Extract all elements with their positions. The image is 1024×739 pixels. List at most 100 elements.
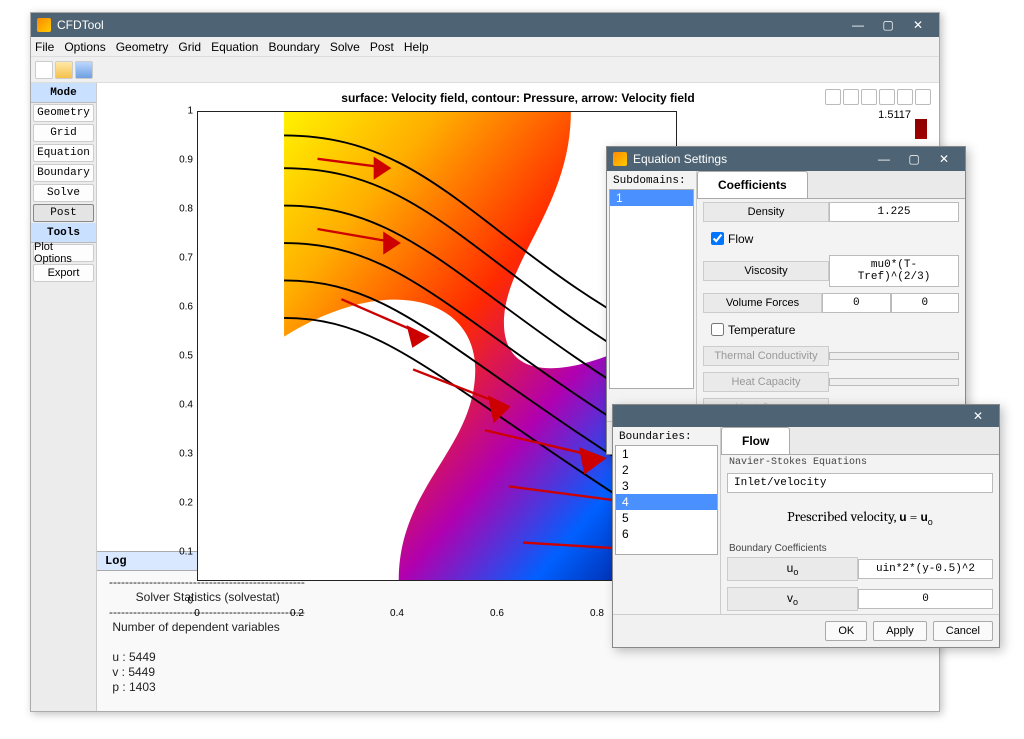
- flow-checkbox-label: Flow: [728, 232, 753, 246]
- mode-solve[interactable]: Solve: [33, 184, 94, 202]
- zoom-in-icon[interactable]: [861, 89, 877, 105]
- xtick: 0.2: [290, 608, 304, 619]
- ytick: 0.2: [171, 498, 193, 509]
- eq-min-button[interactable]: —: [869, 149, 899, 169]
- uo-input[interactable]: uin*2*(y-0.5)^2: [858, 559, 993, 579]
- list-item[interactable]: 3: [616, 478, 717, 494]
- menu-geometry[interactable]: Geometry: [116, 40, 169, 54]
- open-folder-icon[interactable]: [55, 61, 73, 79]
- ytick: 0.1: [171, 547, 193, 558]
- ytick: 0.6: [171, 302, 193, 313]
- list-item[interactable]: 5: [616, 510, 717, 526]
- plot-title: surface: Velocity field, contour: Pressu…: [97, 91, 939, 105]
- xtick: 0.6: [490, 608, 504, 619]
- flow-checkbox[interactable]: [711, 232, 724, 245]
- mode-grid[interactable]: Grid: [33, 124, 94, 142]
- app-title: CFDTool: [57, 18, 843, 32]
- heat-capacity-label: Heat Capacity: [703, 372, 829, 392]
- xtick: 0.4: [390, 608, 404, 619]
- mode-sidebar: Mode Geometry Grid Equation Boundary Sol…: [31, 83, 97, 711]
- menu-help[interactable]: Help: [404, 40, 429, 54]
- menu-file[interactable]: File: [35, 40, 54, 54]
- bc-caption: Prescribed velocity, u = uo: [721, 496, 999, 539]
- ytick: 0.8: [171, 204, 193, 215]
- ytick: 0.7: [171, 253, 193, 264]
- close-button[interactable]: ✕: [903, 15, 933, 35]
- subdomain-list[interactable]: 1: [609, 189, 694, 389]
- minimize-button[interactable]: —: [843, 15, 873, 35]
- uo-label: uo: [727, 557, 858, 581]
- list-item[interactable]: 6: [616, 526, 717, 542]
- ytick: 0.3: [171, 449, 193, 460]
- equation-name: Navier-Stokes Equations: [729, 457, 991, 468]
- toolbar: [31, 57, 939, 83]
- tab-coefficients[interactable]: Coefficients: [697, 171, 808, 198]
- vo-label: vo: [727, 587, 858, 611]
- viscosity-input[interactable]: mu0*(T-Tref)^(2/3): [829, 255, 959, 287]
- menu-bar: File Options Geometry Grid Equation Boun…: [31, 37, 939, 57]
- temperature-checkbox-label: Temperature: [728, 323, 795, 337]
- ytick: 0.9: [171, 155, 193, 166]
- list-item[interactable]: 2: [616, 462, 717, 478]
- subdomains-label: Subdomains:: [609, 173, 694, 189]
- plot-axes: 0 0.1 0.2 0.3 0.4 0.5 0.6 0.7 0.8 0.9 1 …: [177, 111, 677, 601]
- bc-cancel-button[interactable]: Cancel: [933, 621, 993, 641]
- tab-flow[interactable]: Flow: [721, 427, 790, 454]
- mode-geometry[interactable]: Geometry: [33, 104, 94, 122]
- bc-coef-label: Boundary Coefficients: [729, 543, 991, 554]
- menu-equation[interactable]: Equation: [211, 40, 258, 54]
- save-icon[interactable]: [75, 61, 93, 79]
- plot-toolbar: [825, 89, 931, 105]
- menu-post[interactable]: Post: [370, 40, 394, 54]
- tools-header: Tools: [31, 223, 96, 243]
- home-icon[interactable]: [915, 89, 931, 105]
- ytick: 0: [171, 596, 193, 607]
- thermal-cond-input: [829, 352, 959, 360]
- vo-input[interactable]: 0: [858, 589, 993, 609]
- mode-boundary[interactable]: Boundary: [33, 164, 94, 182]
- volume-force-y-input[interactable]: 0: [891, 293, 960, 313]
- volume-force-x-input[interactable]: 0: [822, 293, 891, 313]
- mode-header: Mode: [31, 83, 96, 103]
- ytick: 1: [171, 106, 193, 117]
- colorbar: [915, 119, 927, 139]
- boundary-list[interactable]: 1 2 3 4 5 6: [615, 445, 718, 555]
- reset-view-icon[interactable]: [843, 89, 859, 105]
- mode-equation[interactable]: Equation: [33, 144, 94, 162]
- mode-post[interactable]: Post: [33, 204, 94, 222]
- list-item[interactable]: 4: [616, 494, 717, 510]
- maximize-button[interactable]: ▢: [873, 15, 903, 35]
- ytick: 0.5: [171, 351, 193, 362]
- xtick: 0.8: [590, 608, 604, 619]
- list-item[interactable]: 1: [616, 446, 717, 462]
- xtick: 0: [194, 608, 200, 619]
- menu-solve[interactable]: Solve: [330, 40, 360, 54]
- eq-close-button[interactable]: ✕: [929, 149, 959, 169]
- menu-grid[interactable]: Grid: [178, 40, 201, 54]
- volume-forces-label: Volume Forces: [703, 293, 822, 313]
- pencil-icon[interactable]: [825, 89, 841, 105]
- list-item[interactable]: 1: [610, 190, 693, 206]
- menu-boundary[interactable]: Boundary: [268, 40, 319, 54]
- density-input[interactable]: 1.225: [829, 202, 959, 222]
- boundaries-label: Boundaries:: [615, 429, 718, 445]
- bc-apply-button[interactable]: Apply: [873, 621, 927, 641]
- density-label: Density: [703, 202, 829, 222]
- boundary-settings-dialog: ✕ Boundaries: 1 2 3 4 5 6 Flow Navier-St…: [612, 404, 1000, 648]
- thermal-cond-label: Thermal Conductivity: [703, 346, 829, 366]
- menu-options[interactable]: Options: [64, 40, 105, 54]
- bc-close-button[interactable]: ✕: [963, 406, 993, 426]
- bc-ok-button[interactable]: OK: [825, 621, 867, 641]
- tool-plot-options[interactable]: Plot Options: [33, 244, 94, 262]
- temperature-checkbox[interactable]: [711, 323, 724, 336]
- eq-max-button[interactable]: ▢: [899, 149, 929, 169]
- new-file-icon[interactable]: [35, 61, 53, 79]
- plot-canvas[interactable]: [197, 111, 677, 581]
- zoom-out-icon[interactable]: [897, 89, 913, 105]
- bc-type-select[interactable]: Inlet/velocity: [727, 473, 993, 493]
- pan-icon[interactable]: [879, 89, 895, 105]
- viscosity-label: Viscosity: [703, 261, 829, 281]
- ytick: 0.4: [171, 400, 193, 411]
- eq-dialog-title: Equation Settings: [633, 152, 869, 166]
- tool-export[interactable]: Export: [33, 264, 94, 282]
